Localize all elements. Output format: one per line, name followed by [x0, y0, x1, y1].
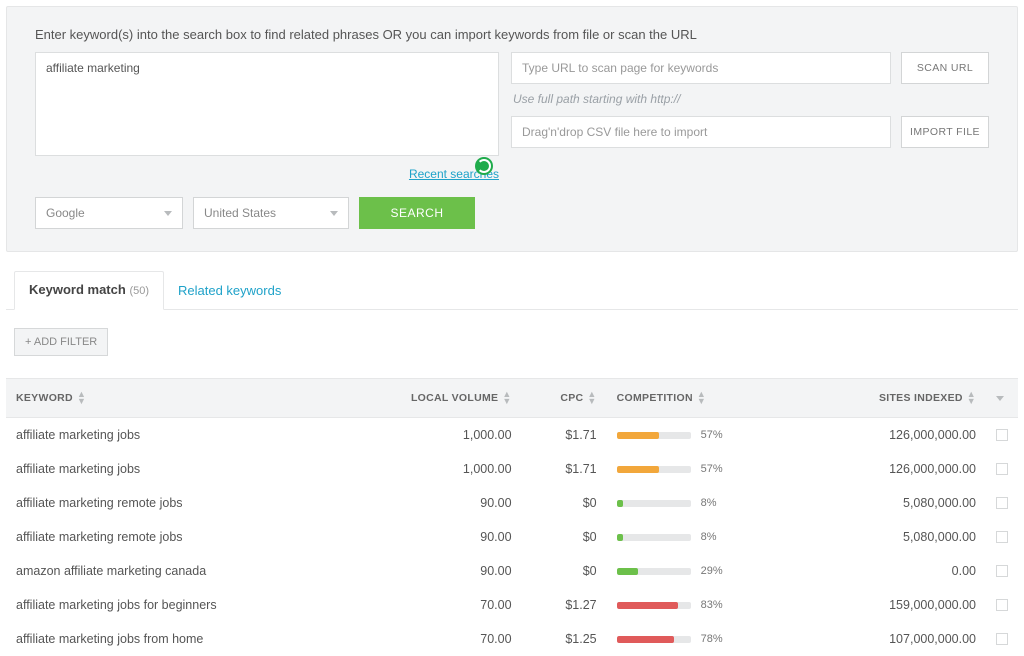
cell-checkbox[interactable] [986, 520, 1018, 554]
cell-competition: 8% [607, 520, 809, 554]
cell-checkbox[interactable] [986, 452, 1018, 486]
col-sites-indexed[interactable]: SITES INDEXED▲▼ [809, 379, 986, 418]
url-hint: Use full path starting with http:// [513, 92, 989, 106]
sort-icon: ▲▼ [697, 391, 706, 405]
country-select-value: United States [204, 206, 276, 220]
cell-competition: 78% [607, 622, 809, 656]
cell-keyword: affiliate marketing jobs for beginners [6, 588, 339, 622]
cell-competition: 29% [607, 554, 809, 588]
table-row: affiliate marketing jobs from home70.00$… [6, 622, 1018, 656]
cell-sites: 159,000,000.00 [809, 588, 986, 622]
cell-keyword: affiliate marketing remote jobs [6, 486, 339, 520]
cell-cpc: $1.25 [522, 622, 607, 656]
cell-checkbox[interactable] [986, 554, 1018, 588]
row-checkbox[interactable] [996, 633, 1008, 645]
cell-checkbox[interactable] [986, 588, 1018, 622]
col-keyword[interactable]: KEYWORD▲▼ [6, 379, 339, 418]
sort-icon: ▲▼ [77, 391, 86, 405]
add-filter-button[interactable]: + ADD FILTER [14, 328, 108, 356]
country-select[interactable]: United States [193, 197, 349, 229]
grammarly-icon [475, 157, 493, 175]
tabs: Keyword match (50) Related keywords [6, 270, 1018, 310]
cell-competition: 57% [607, 452, 809, 486]
row-checkbox[interactable] [996, 463, 1008, 475]
row-checkbox[interactable] [996, 599, 1008, 611]
cell-competition: 8% [607, 486, 809, 520]
cell-volume: 1,000.00 [339, 452, 521, 486]
col-cpc[interactable]: CPC▲▼ [522, 379, 607, 418]
col-settings[interactable] [986, 379, 1018, 418]
table-row: affiliate marketing jobs for beginners70… [6, 588, 1018, 622]
sort-icon: ▲▼ [967, 391, 976, 405]
cell-sites: 5,080,000.00 [809, 520, 986, 554]
row-checkbox[interactable] [996, 429, 1008, 441]
col-local-volume[interactable]: LOCAL VOLUME▲▼ [339, 379, 521, 418]
row-checkbox[interactable] [996, 531, 1008, 543]
table-row: affiliate marketing remote jobs90.00$08%… [6, 520, 1018, 554]
cell-keyword: affiliate marketing jobs [6, 452, 339, 486]
cell-keyword: amazon affiliate marketing canada [6, 554, 339, 588]
sort-icon: ▲▼ [502, 391, 511, 405]
tab-label: Keyword match [29, 282, 126, 297]
csv-dropzone[interactable] [511, 116, 891, 148]
table-row: amazon affiliate marketing canada90.00$0… [6, 554, 1018, 588]
chevron-down-icon [164, 211, 172, 216]
cell-checkbox[interactable] [986, 486, 1018, 520]
cell-volume: 90.00 [339, 520, 521, 554]
cell-keyword: affiliate marketing jobs [6, 418, 339, 453]
cell-checkbox[interactable] [986, 622, 1018, 656]
col-competition[interactable]: COMPETITION▲▼ [607, 379, 809, 418]
cell-sites: 126,000,000.00 [809, 418, 986, 453]
engine-select[interactable]: Google [35, 197, 183, 229]
cell-sites: 5,080,000.00 [809, 486, 986, 520]
url-input[interactable] [511, 52, 891, 84]
table-row: affiliate marketing remote jobs90.00$08%… [6, 486, 1018, 520]
cell-cpc: $0 [522, 520, 607, 554]
cell-volume: 90.00 [339, 554, 521, 588]
cell-volume: 90.00 [339, 486, 521, 520]
cell-volume: 70.00 [339, 622, 521, 656]
cell-cpc: $1.71 [522, 418, 607, 453]
search-panel: Enter keyword(s) into the search box to … [6, 6, 1018, 252]
cell-checkbox[interactable] [986, 418, 1018, 453]
scan-url-button[interactable]: SCAN URL [901, 52, 989, 84]
table-row: affiliate marketing jobs1,000.00$1.7157%… [6, 452, 1018, 486]
cell-competition: 57% [607, 418, 809, 453]
cell-keyword: affiliate marketing remote jobs [6, 520, 339, 554]
keyword-box-wrap: Recent searches [35, 52, 499, 181]
import-file-button[interactable]: IMPORT FILE [901, 116, 989, 148]
cell-cpc: $0 [522, 554, 607, 588]
keyword-textarea[interactable] [35, 52, 499, 156]
search-button[interactable]: SEARCH [359, 197, 475, 229]
engine-select-value: Google [46, 206, 85, 220]
tab-count: (50) [129, 285, 149, 297]
tab-related-keywords[interactable]: Related keywords [164, 273, 295, 310]
results-table: KEYWORD▲▼ LOCAL VOLUME▲▼ CPC▲▼ COMPETITI… [6, 378, 1018, 656]
chevron-down-icon [996, 396, 1004, 401]
table-row: affiliate marketing jobs1,000.00$1.7157%… [6, 418, 1018, 453]
cell-cpc: $1.71 [522, 452, 607, 486]
row-checkbox[interactable] [996, 497, 1008, 509]
chevron-down-icon [330, 211, 338, 216]
cell-volume: 1,000.00 [339, 418, 521, 453]
cell-keyword: affiliate marketing jobs from home [6, 622, 339, 656]
row-checkbox[interactable] [996, 565, 1008, 577]
cell-cpc: $0 [522, 486, 607, 520]
recent-searches-link[interactable]: Recent searches [35, 167, 499, 181]
cell-competition: 83% [607, 588, 809, 622]
cell-sites: 107,000,000.00 [809, 622, 986, 656]
sort-icon: ▲▼ [587, 391, 596, 405]
cell-volume: 70.00 [339, 588, 521, 622]
tab-keyword-match[interactable]: Keyword match (50) [14, 271, 164, 310]
intro-text: Enter keyword(s) into the search box to … [35, 27, 989, 42]
cell-sites: 126,000,000.00 [809, 452, 986, 486]
cell-sites: 0.00 [809, 554, 986, 588]
cell-cpc: $1.27 [522, 588, 607, 622]
